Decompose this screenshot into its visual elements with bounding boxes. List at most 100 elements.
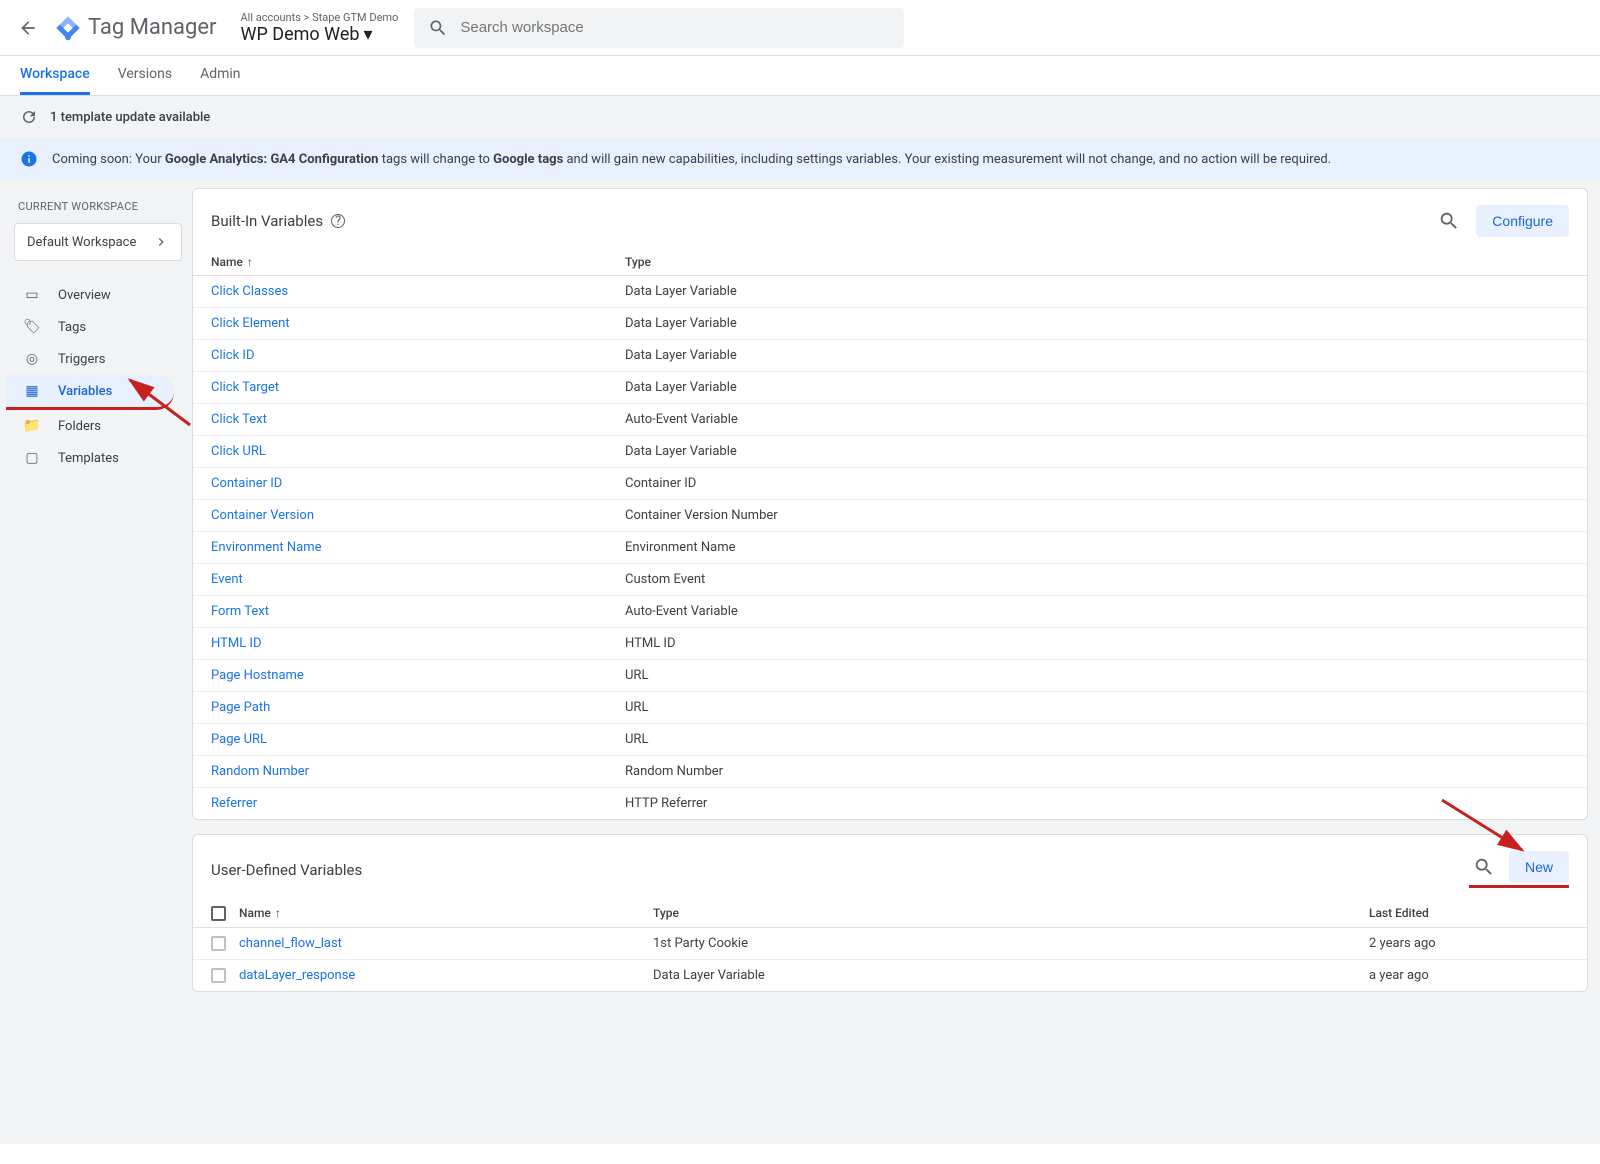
variable-type: Auto-Event Variable <box>625 412 1569 427</box>
account-selector[interactable]: All accounts > Stape GTM Demo WP Demo We… <box>240 11 398 45</box>
tab-bar: Workspace Versions Admin <box>0 56 1600 96</box>
variable-link[interactable]: Container ID <box>211 476 282 491</box>
configure-button[interactable]: Configure <box>1476 205 1569 237</box>
builtin-variables-panel: Built-In Variables ? Configure Name↑ Typ… <box>192 188 1588 820</box>
variable-link[interactable]: channel_flow_last <box>239 936 342 951</box>
variable-type: Container Version Number <box>625 508 1569 523</box>
table-row[interactable]: Page PathURL <box>193 692 1587 724</box>
back-arrow-icon[interactable] <box>8 8 48 48</box>
table-row[interactable]: channel_flow_last1st Party Cookie2 years… <box>193 928 1587 960</box>
table-row[interactable]: Page URL URL <box>193 724 1587 756</box>
variable-type: Data Layer Variable <box>625 316 1569 331</box>
sidebar-item-triggers[interactable]: ◎Triggers <box>6 343 174 375</box>
table-row[interactable]: Page Hostname URL <box>193 660 1587 692</box>
variable-type: Random Number <box>625 764 1569 779</box>
search-icon <box>428 18 448 38</box>
variable-link[interactable]: Page Hostname <box>211 668 304 683</box>
table-row[interactable]: Click URL Data Layer Variable <box>193 436 1587 468</box>
table-row[interactable]: Container ID Container ID <box>193 468 1587 500</box>
variable-link[interactable]: HTML ID <box>211 636 262 651</box>
breadcrumb-path: All accounts > Stape GTM Demo <box>240 11 398 24</box>
variable-link[interactable]: Event <box>211 572 243 587</box>
row-checkbox[interactable] <box>211 936 226 951</box>
new-button[interactable]: New <box>1509 851 1569 883</box>
search-box[interactable] <box>414 8 904 48</box>
variable-type: Data Layer Variable <box>625 380 1569 395</box>
row-checkbox[interactable] <box>211 968 226 983</box>
last-edited: 2 years ago <box>1369 936 1569 951</box>
variable-link[interactable]: Page Path <box>211 700 270 715</box>
variable-type: URL <box>625 732 1569 747</box>
dropdown-caret-icon: ▾ <box>363 24 372 45</box>
update-notification[interactable]: 1 template update available <box>0 96 1600 138</box>
table-row[interactable]: HTML IDHTML ID <box>193 628 1587 660</box>
variable-type: Data Layer Variable <box>625 284 1569 299</box>
table-row[interactable]: Click Text Auto-Event Variable <box>193 404 1587 436</box>
last-edited: a year ago <box>1369 968 1569 983</box>
variable-link[interactable]: Click Element <box>211 316 290 331</box>
sidebar-icon: ◎ <box>22 351 42 367</box>
sidebar-item-variables[interactable]: ▦Variables <box>6 375 174 410</box>
search-userdef-icon[interactable] <box>1469 852 1499 882</box>
col-type[interactable]: Type <box>653 906 1369 921</box>
col-edited[interactable]: Last Edited <box>1369 906 1569 921</box>
header: Tag Manager All accounts > Stape GTM Dem… <box>0 0 1600 56</box>
table-row[interactable]: Click Element Data Layer Variable <box>193 308 1587 340</box>
variable-link[interactable]: Container Version <box>211 508 314 523</box>
info-icon <box>20 150 38 168</box>
builtin-title: Built-In Variables ? <box>211 212 345 230</box>
userdef-table-head: Name↑ Type Last Edited <box>193 896 1587 928</box>
col-type[interactable]: Type <box>625 255 1569 269</box>
variable-link[interactable]: Click URL <box>211 444 266 459</box>
variable-link[interactable]: Referrer <box>211 796 257 811</box>
workspace-label: CURRENT WORKSPACE <box>6 196 190 223</box>
col-name[interactable]: Name↑ <box>239 906 653 921</box>
sidebar-item-templates[interactable]: ▢Templates <box>6 442 174 474</box>
variable-type: Container ID <box>625 476 1569 491</box>
sidebar-item-overview[interactable]: ▭Overview <box>6 279 174 311</box>
variable-link[interactable]: Environment Name <box>211 540 322 555</box>
table-row[interactable]: Form Text Auto-Event Variable <box>193 596 1587 628</box>
container-name: WP Demo Web ▾ <box>240 24 398 45</box>
update-text: 1 template update available <box>50 110 210 125</box>
tab-workspace[interactable]: Workspace <box>20 56 90 95</box>
table-row[interactable]: Random Number Random Number <box>193 756 1587 788</box>
col-name[interactable]: Name↑ <box>211 255 625 269</box>
main-layout: CURRENT WORKSPACE Default Workspace ▭Ove… <box>0 180 1600 1144</box>
variable-type: Custom Event <box>625 572 1569 587</box>
table-row[interactable]: Click Target Data Layer Variable <box>193 372 1587 404</box>
variable-type: Auto-Event Variable <box>625 604 1569 619</box>
variable-link[interactable]: Page URL <box>211 732 267 747</box>
table-row[interactable]: dataLayer_responseData Layer Variablea y… <box>193 960 1587 991</box>
variable-type: Data Layer Variable <box>625 444 1569 459</box>
sidebar-item-label: Variables <box>58 384 112 399</box>
variable-link[interactable]: Form Text <box>211 604 269 619</box>
sidebar-item-tags[interactable]: 🏷Tags <box>6 311 174 343</box>
table-row[interactable]: Click Classes Data Layer Variable <box>193 276 1587 308</box>
sort-arrow-icon: ↑ <box>275 906 281 920</box>
table-row[interactable]: Click ID Data Layer Variable <box>193 340 1587 372</box>
tab-admin[interactable]: Admin <box>200 56 240 95</box>
table-row[interactable]: Environment NameEnvironment Name <box>193 532 1587 564</box>
table-row[interactable]: Event Custom Event <box>193 564 1587 596</box>
tab-versions[interactable]: Versions <box>118 56 172 95</box>
table-row[interactable]: ReferrerHTTP Referrer <box>193 788 1587 819</box>
variable-type: URL <box>625 668 1569 683</box>
help-icon[interactable]: ? <box>331 214 345 228</box>
builtin-table-head: Name↑ Type <box>193 245 1587 276</box>
variable-link[interactable]: Click Target <box>211 380 279 395</box>
gtm-logo-icon <box>54 14 82 42</box>
variable-link[interactable]: Click Text <box>211 412 267 427</box>
search-input[interactable] <box>460 19 890 36</box>
variable-link[interactable]: dataLayer_response <box>239 968 355 983</box>
variable-link[interactable]: Click ID <box>211 348 254 363</box>
variable-link[interactable]: Click Classes <box>211 284 288 299</box>
search-builtin-icon[interactable] <box>1434 206 1464 236</box>
sidebar-item-folders[interactable]: 📁Folders <box>6 410 174 442</box>
sidebar-icon: 📁 <box>22 418 42 434</box>
variable-link[interactable]: Random Number <box>211 764 309 779</box>
table-row[interactable]: Container Version Container Version Numbe… <box>193 500 1587 532</box>
variable-type: Data Layer Variable <box>625 348 1569 363</box>
workspace-selector[interactable]: Default Workspace <box>14 223 182 261</box>
col-check[interactable] <box>211 906 239 921</box>
